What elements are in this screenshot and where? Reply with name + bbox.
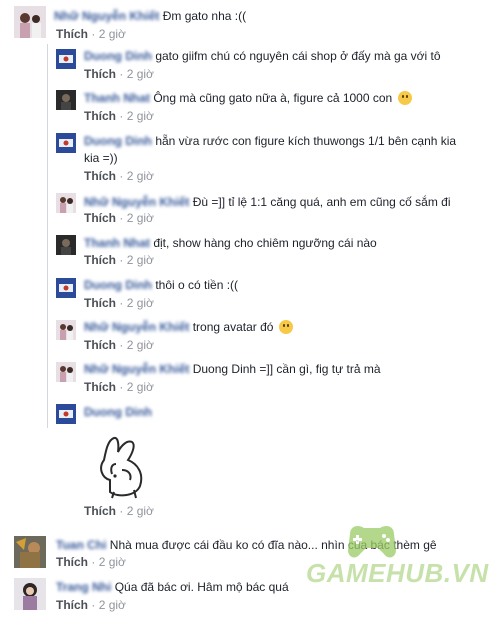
timestamp[interactable]: 2 giờ	[127, 380, 154, 394]
commenter-name[interactable]: Duong Dinh	[84, 278, 152, 292]
comment-text: hẵn vừa rước con figure kích thuwongs 1/…	[155, 134, 457, 148]
avatar[interactable]	[56, 320, 76, 340]
like-link[interactable]: Thích	[84, 380, 116, 394]
timestamp[interactable]: 2 giờ	[127, 109, 154, 123]
comment-text-continued: kia =))	[84, 151, 118, 165]
commenter-name[interactable]: Tuan Chi	[56, 538, 106, 552]
like-link[interactable]: Thích	[84, 253, 116, 267]
avatar[interactable]	[56, 193, 76, 213]
commenter-name[interactable]: Duong Dinh	[84, 405, 152, 419]
comment-text: Qúa đã bác ơi. Hâm mộ bác quá	[114, 580, 289, 594]
timestamp[interactable]: 2 giờ	[99, 27, 126, 41]
commenter-name[interactable]: Nhữ Nguyễn Khiết	[84, 320, 189, 334]
comment-text: Đù =]] tỉ lệ 1:1 căng quá, anh em cũng c…	[192, 195, 451, 209]
smiley-emoji-icon	[397, 91, 412, 105]
avatar[interactable]	[14, 6, 46, 38]
comment-text: trong avatar đó	[192, 320, 274, 334]
avatar[interactable]	[56, 90, 76, 110]
timestamp[interactable]: 2 giờ	[127, 504, 154, 518]
commenter-name[interactable]: Thanh Nhat	[84, 236, 150, 250]
avatar[interactable]	[56, 278, 76, 298]
comment-text: Duong Dinh =]] cần gì, fig tự trả mà	[192, 362, 381, 376]
gamehub-watermark: GAMEHUB.VN	[300, 520, 488, 600]
comment-text: gato giifm chú có nguyên cái shop ở đấy …	[155, 49, 441, 63]
like-link[interactable]: Thích	[56, 598, 88, 612]
comment-text: Ông mà cũng gato nữa à, figure cả 1000 c…	[153, 91, 393, 105]
like-link[interactable]: Thích	[56, 27, 88, 41]
commenter-name[interactable]: Duong Dinh	[84, 49, 152, 63]
like-link[interactable]: Thích	[84, 338, 116, 352]
timestamp[interactable]: 2 giờ	[127, 296, 154, 310]
timestamp[interactable]: 2 giờ	[127, 169, 154, 183]
like-link[interactable]: Thích	[84, 67, 116, 81]
timestamp[interactable]: 2 giờ	[127, 338, 154, 352]
avatar[interactable]	[14, 536, 46, 568]
avatar[interactable]	[56, 362, 76, 382]
comment-text: địt, show hàng cho chiêm ngưỡng cái nào	[153, 236, 377, 250]
comment-text: Đm gato nha :((	[162, 9, 247, 23]
comment-text: thôi o có tiền :((	[155, 278, 239, 292]
avatar[interactable]	[56, 133, 76, 153]
reply-thread-line	[47, 44, 48, 428]
watermark-text: GAMEHUB.VN	[306, 558, 489, 588]
commenter-name[interactable]: Nhữ Nguyễn Khiết	[84, 362, 189, 376]
avatar[interactable]	[56, 235, 76, 255]
like-link[interactable]: Thích	[84, 109, 116, 123]
like-link[interactable]: Thích	[56, 555, 88, 569]
rabbit-sticker[interactable]	[88, 430, 160, 502]
commenter-name[interactable]: Trang Nhi	[56, 580, 111, 594]
like-link[interactable]: Thích	[84, 504, 116, 518]
commenter-name[interactable]: Nhữ Nguyễn Khiết	[54, 9, 159, 23]
timestamp[interactable]: 2 giờ	[127, 211, 154, 225]
avatar[interactable]	[56, 49, 76, 69]
like-link[interactable]: Thích	[84, 296, 116, 310]
timestamp[interactable]: 2 giờ	[99, 598, 126, 612]
commenter-name[interactable]: Nhữ Nguyễn Khiết	[84, 195, 189, 209]
commenter-name[interactable]: Thanh Nhat	[84, 91, 150, 105]
smiley-emoji-icon	[278, 320, 293, 334]
like-link[interactable]: Thích	[84, 169, 116, 183]
timestamp[interactable]: 2 giờ	[99, 555, 126, 569]
avatar[interactable]	[56, 404, 76, 424]
timestamp[interactable]: 2 giờ	[127, 67, 154, 81]
like-link[interactable]: Thích	[84, 211, 116, 225]
timestamp[interactable]: 2 giờ	[127, 253, 154, 267]
avatar[interactable]	[14, 578, 46, 610]
commenter-name[interactable]: Duong Dinh	[84, 134, 152, 148]
